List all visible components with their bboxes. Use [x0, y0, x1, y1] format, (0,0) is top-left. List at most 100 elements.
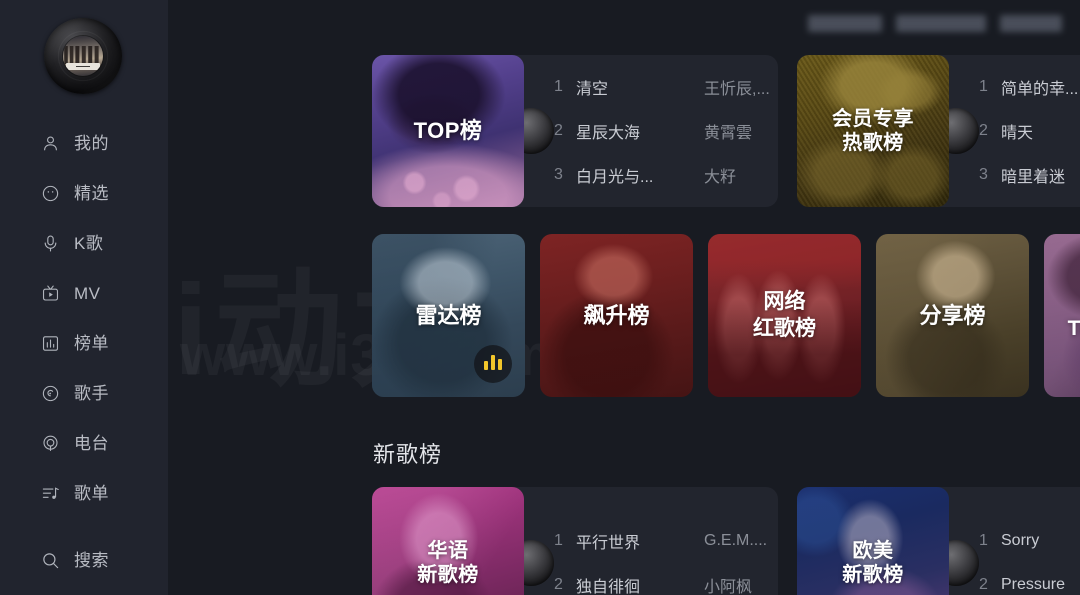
tile-china-top[interactable]: 中国 TOP排行榜 — [1044, 234, 1080, 397]
blurred-text-chip — [1000, 14, 1062, 32]
new-song-card-cover[interactable]: 欧美 新歌榜 — [797, 487, 949, 595]
now-playing-icon[interactable] — [474, 345, 512, 383]
blurred-text-chip — [808, 14, 882, 32]
new-song-card-title-line1: 华语 — [427, 539, 469, 562]
song-index: 3 — [554, 166, 563, 183]
new-song-card-cover[interactable]: 华语 新歌榜 — [372, 487, 524, 595]
song-row[interactable]: 2 晴天 周杰伦 — [979, 109, 1080, 153]
search-icon — [41, 551, 60, 570]
song-artist: 王忻辰,... — [704, 81, 770, 98]
compass-icon — [41, 184, 60, 203]
song-index: 2 — [554, 122, 563, 139]
song-row[interactable]: 1 Sorry Alan W... — [979, 519, 1080, 563]
main-content: i动力 www.i3z.com TOP榜 1 — [168, 0, 1080, 595]
microphone-icon — [41, 234, 60, 253]
sidebar-item-label: 电台 — [74, 433, 109, 453]
equalizer-bar — [498, 359, 502, 370]
sidebar-item-label: 榜单 — [74, 333, 109, 353]
sidebar-item-label: 我的 — [74, 133, 109, 153]
tile-row: 雷达榜 飙升榜 网络 红歌榜 分享榜 T — [372, 234, 1080, 397]
song-row[interactable]: 2 星辰大海 黄霄雲 — [554, 109, 770, 153]
song-row[interactable]: 3 白月光与... 大籽 — [554, 153, 770, 197]
tile-radar[interactable]: 雷达榜 — [372, 234, 525, 397]
rank-card-top[interactable]: TOP榜 1 清空 王忻辰,... 2 星辰大海 黄霄雲 3 白月光与... 大… — [372, 55, 778, 207]
new-song-card-title-line2: 新歌榜 — [417, 564, 479, 586]
tile-title: 分享榜 — [919, 302, 986, 328]
chart-icon — [41, 334, 60, 353]
equalizer-bar — [484, 361, 488, 370]
rank-card-vip-hot[interactable]: 会员专享 热歌榜 1 简单的幸... 罗聪 2 晴天 周 — [797, 55, 1080, 207]
new-song-card-row: 华语 新歌榜 1 平行世界 G.E.M.... 2 独自徘徊 小阿枫 欧美 新歌… — [372, 487, 1080, 595]
tile-web-hits[interactable]: 网络 红歌榜 — [708, 234, 861, 397]
rank-card-cover[interactable]: 会员专享 热歌榜 — [797, 55, 949, 207]
rank-card-cover[interactable]: TOP榜 — [372, 55, 524, 207]
song-index: 1 — [979, 78, 988, 95]
tile-title-line2: 红歌榜 — [753, 316, 816, 340]
song-artist: G.E.M.... — [704, 532, 768, 549]
song-row[interactable]: 2 Pressure Martin ... — [979, 563, 1080, 595]
sidebar-item-singer[interactable]: 歌手 — [0, 368, 168, 418]
new-song-card-mandarin[interactable]: 华语 新歌榜 1 平行世界 G.E.M.... 2 独自徘徊 小阿枫 — [372, 487, 778, 595]
album-art-figures — [63, 46, 103, 64]
radio-icon — [41, 434, 60, 453]
tile-title: 中国 TOP排行榜 — [1068, 289, 1080, 341]
tile-title: 飙升榜 — [583, 302, 650, 328]
song-title: Sorry — [1001, 532, 1040, 549]
sidebar-item-chart[interactable]: 榜单 — [0, 318, 168, 368]
song-index: 1 — [554, 532, 563, 549]
sidebar-item-mine[interactable]: 我的 — [0, 118, 168, 168]
song-row[interactable]: 2 独自徘徊 小阿枫 — [554, 563, 767, 595]
new-song-card-song-list: 1 平行世界 G.E.M.... 2 独自徘徊 小阿枫 — [524, 487, 787, 595]
playlist-icon — [41, 484, 60, 503]
new-song-card-title: 欧美 新歌榜 — [842, 539, 904, 588]
sidebar-nav: 我的 精选 K歌 MV 榜单 歌手 电台 歌单 — [0, 118, 168, 518]
sidebar-item-search[interactable]: 搜索 — [0, 538, 168, 582]
song-row[interactable]: 1 简单的幸... 罗聪 — [979, 65, 1080, 109]
rank-card-title-line2: 热歌榜 — [842, 132, 904, 154]
song-title: 星辰大海 — [576, 125, 641, 142]
rank-card-title: 会员专享 热歌榜 — [832, 107, 914, 156]
song-title: 白月光与... — [576, 169, 654, 186]
song-row[interactable]: 1 平行世界 G.E.M.... — [554, 519, 767, 563]
tile-title: 雷达榜 — [415, 302, 482, 328]
sidebar-item-karaoke[interactable]: K歌 — [0, 218, 168, 268]
sidebar-item-label: 精选 — [74, 183, 109, 203]
sidebar-item-label: K歌 — [74, 233, 104, 253]
equalizer-bar — [491, 355, 495, 370]
song-title: 暗里着迷 — [1001, 169, 1066, 186]
music-app-window: 我的 精选 K歌 MV 榜单 歌手 电台 歌单 搜索 TOP榜 1 清空 王忻辰… — [0, 0, 1080, 595]
sidebar-item-mv[interactable]: MV — [0, 268, 168, 318]
song-index: 2 — [554, 576, 563, 593]
sidebar: 我的 精选 K歌 MV 榜单 歌手 电台 歌单 搜索 — [0, 0, 168, 595]
song-artist: 大籽 — [704, 169, 737, 186]
sidebar-item-label: 歌单 — [74, 483, 109, 503]
section-title-new-songs: 新歌榜 — [373, 442, 443, 467]
disc-icon — [41, 384, 60, 403]
blurred-text-chip — [896, 14, 986, 32]
tile-share[interactable]: 分享榜 — [876, 234, 1029, 397]
sidebar-item-featured[interactable]: 精选 — [0, 168, 168, 218]
new-song-card-western[interactable]: 欧美 新歌榜 1 Sorry Alan W... 2 Pressure — [797, 487, 1080, 595]
sidebar-item-label: 歌手 — [74, 383, 109, 403]
song-index: 2 — [979, 576, 988, 593]
tile-soaring[interactable]: 飙升榜 — [540, 234, 693, 397]
sidebar-item-radio[interactable]: 电台 — [0, 418, 168, 468]
album-art — [63, 36, 103, 76]
song-row[interactable]: 3 暗里着迷 刘德华 — [979, 153, 1080, 197]
new-song-card-title-line2: 新歌榜 — [842, 564, 904, 586]
song-artist: 小阿枫 — [704, 579, 753, 595]
rank-card-song-list: 1 清空 王忻辰,... 2 星辰大海 黄霄雲 3 白月光与... 大籽 — [524, 55, 790, 207]
song-title: 简单的幸... — [1001, 81, 1079, 98]
album-art-band — [66, 63, 100, 70]
song-row[interactable]: 1 清空 王忻辰,... — [554, 65, 770, 109]
rank-card-title-line1: 会员专享 — [832, 107, 914, 130]
avatar[interactable] — [42, 16, 124, 96]
song-index: 1 — [554, 78, 563, 95]
song-index: 3 — [979, 166, 988, 183]
song-artist: 黄霄雲 — [704, 125, 753, 142]
sidebar-item-playlist[interactable]: 歌单 — [0, 468, 168, 518]
new-song-card-title: 华语 新歌榜 — [417, 539, 479, 588]
tile-title-line2: TOP排行榜 — [1067, 316, 1080, 340]
song-title: 晴天 — [1001, 125, 1034, 142]
song-title: 清空 — [576, 81, 609, 98]
